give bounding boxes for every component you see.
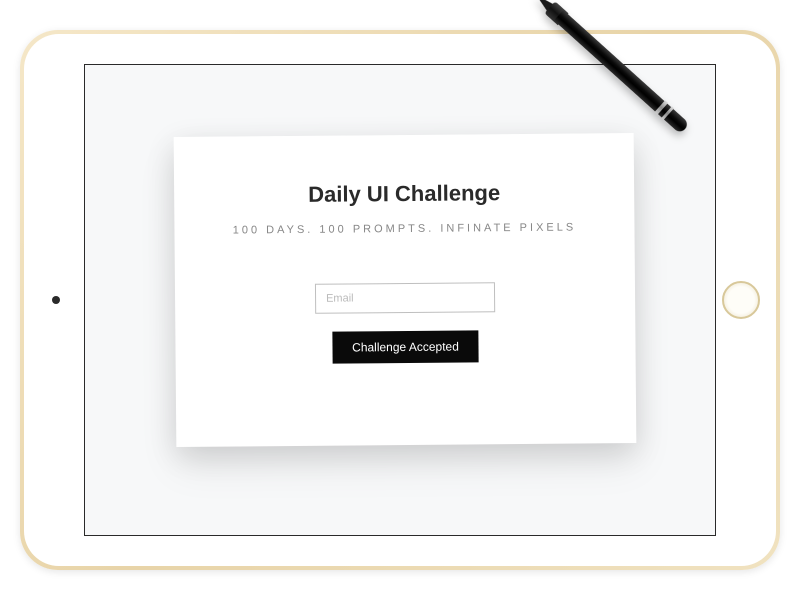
challenge-accepted-button[interactable]: Challenge Accepted <box>332 330 479 363</box>
tablet-screen: Daily UI Challenge 100 DAYS. 100 PROMPTS… <box>84 64 716 536</box>
tablet-frame: Daily UI Challenge 100 DAYS. 100 PROMPTS… <box>20 30 780 570</box>
tablet-bezel: Daily UI Challenge 100 DAYS. 100 PROMPTS… <box>24 34 776 566</box>
card-subtitle: 100 DAYS. 100 PROMPTS. INFINATE PIXELS <box>233 222 577 237</box>
email-field[interactable] <box>315 282 495 314</box>
camera-icon <box>52 296 60 304</box>
stylus-pen-icon <box>530 0 692 136</box>
signup-card: Daily UI Challenge 100 DAYS. 100 PROMPTS… <box>174 133 637 447</box>
home-button[interactable] <box>722 281 760 319</box>
card-title: Daily UI Challenge <box>308 180 500 208</box>
